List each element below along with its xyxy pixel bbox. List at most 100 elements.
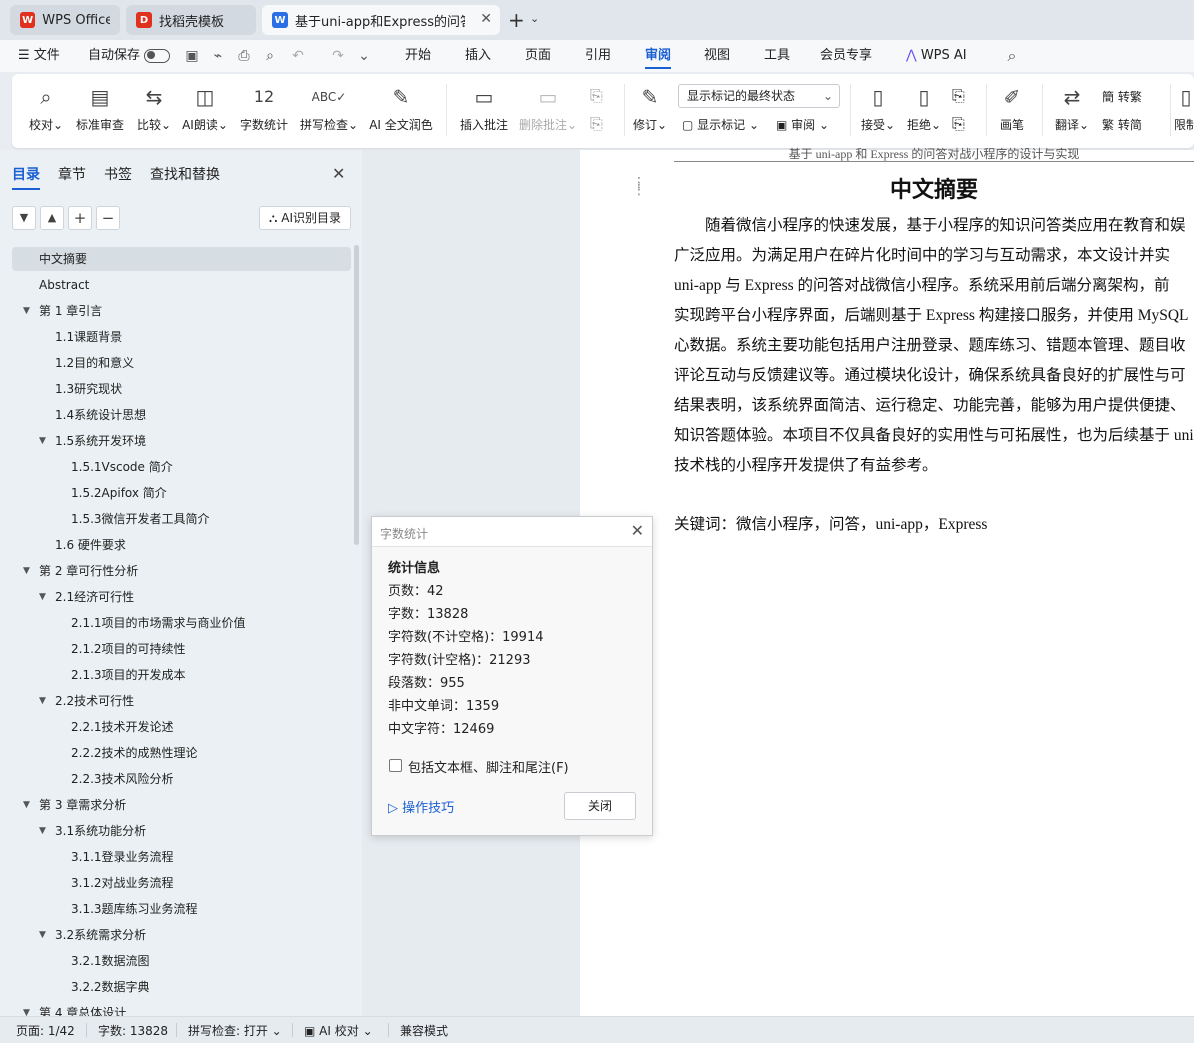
undo-icon[interactable]: ↶ (290, 48, 306, 64)
proofread-button[interactable]: ⌕ 校对⌄ (26, 82, 66, 133)
restrict-editing-button[interactable]: ▯ 限制 (1174, 82, 1194, 133)
menu-member[interactable]: 会员专享 (820, 40, 872, 72)
menu-references[interactable]: 引用 (585, 40, 611, 72)
toc-item[interactable]: 3.2.1数据流图 (71, 950, 150, 972)
drag-handle-icon[interactable]: ⋮ ⋮ (632, 176, 647, 197)
collapse-down-icon[interactable]: ▼ (12, 206, 36, 230)
ai-read-button[interactable]: ◫ AI朗读⌄ (180, 82, 230, 133)
toc-item[interactable]: ▼ 第 2 章可行性分析 (23, 560, 138, 582)
to-simplified-button[interactable]: 繁 转简 (1102, 116, 1142, 133)
close-tab-icon[interactable]: ✕ (480, 11, 492, 27)
word-count-button[interactable]: 12 字数统计 (238, 82, 290, 133)
include-textbox-label[interactable]: 包括文本框、脚注和尾注(F) (408, 757, 569, 776)
expand-arrow-icon[interactable]: ▼ (39, 820, 46, 842)
menu-review[interactable]: 审阅 (645, 40, 672, 72)
expand-arrow-icon[interactable]: ▼ (39, 924, 46, 946)
panel-tab-find-replace[interactable]: 查找和替换 (150, 164, 220, 184)
toc-item[interactable]: 2.1.2项目的可持续性 (71, 638, 186, 660)
toc-item[interactable]: 中文摘要 (39, 248, 87, 270)
share-icon[interactable]: ⌁ (210, 48, 226, 64)
toc-item[interactable]: ▼ 第 1 章引言 (23, 300, 102, 322)
status-spell-check[interactable]: 拼写检查: 打开 ⌄ (188, 1022, 282, 1039)
translate-button[interactable]: ⇄ 翻译⌄ (1052, 82, 1092, 133)
menu-tools[interactable]: 工具 (764, 40, 790, 72)
new-tab-plus-icon[interactable]: + (508, 8, 525, 32)
ai-polish-button[interactable]: ✎ AI 全文润色 (368, 82, 434, 133)
toc-item[interactable]: ▼ 2.1经济可行性 (39, 586, 134, 608)
pen-button[interactable]: ✐ 画笔 (994, 82, 1030, 133)
expand-arrow-icon[interactable]: ▼ (39, 430, 46, 452)
tab-current-document[interactable]: W 基于uni-app和Express的问答 ✕ (262, 5, 500, 35)
menu-home[interactable]: 开始 (405, 40, 431, 72)
save-icon[interactable]: ▣ (184, 48, 200, 64)
status-ai-proof[interactable]: ▣ AI 校对 ⌄ (304, 1022, 373, 1039)
toc-item[interactable]: 2.2.3技术风险分析 (71, 768, 174, 790)
spell-check-button[interactable]: ABC✓ 拼写检查⌄ (298, 82, 360, 133)
toc-item[interactable]: ▼ 2.2技术可行性 (39, 690, 134, 712)
markup-state-select[interactable]: 显示标记的最终状态 ⌄ (678, 84, 840, 108)
panel-tab-toc[interactable]: 目录 (12, 164, 40, 190)
toc-item[interactable]: Abstract (39, 274, 89, 296)
tab-docer-templates[interactable]: D 找稻壳模板 (126, 5, 256, 35)
standard-review-button[interactable]: ▤ 标准审查 (74, 82, 126, 133)
expand-arrow-icon[interactable]: ▼ (39, 690, 46, 712)
toc-item[interactable]: 3.1.2对战业务流程 (71, 872, 174, 894)
include-textbox-checkbox[interactable] (389, 759, 402, 772)
toc-item[interactable]: 1.6 硬件要求 (55, 534, 126, 556)
print-preview-icon[interactable]: ⌕ (262, 48, 278, 64)
toc-item[interactable]: 2.2.2技术的成熟性理论 (71, 742, 198, 764)
toc-item[interactable]: 1.5.2Apifox 简介 (71, 482, 167, 504)
next-comment-icon[interactable]: ⎘ (590, 114, 603, 134)
toc-item[interactable]: 1.5.3微信开发者工具简介 (71, 508, 210, 530)
toc-item[interactable]: 2.1.3项目的开发成本 (71, 664, 186, 686)
expand-arrow-icon[interactable]: ▼ (39, 586, 46, 608)
review-pane-button[interactable]: ▣ 审阅 ⌄ (776, 116, 829, 133)
expand-arrow-icon[interactable]: ▼ (23, 794, 30, 816)
panel-tab-bookmarks[interactable]: 书签 (104, 164, 132, 184)
autosave-toggle[interactable]: 自动保存 (88, 40, 171, 72)
accept-button[interactable]: ▯ 接受⌄ (858, 82, 898, 133)
prev-change-icon[interactable]: ⎘ (952, 86, 965, 106)
to-traditional-button[interactable]: 簡 转繁 (1102, 88, 1142, 105)
toc-item[interactable]: ▼ 3.1系统功能分析 (39, 820, 146, 842)
toc-item[interactable]: ▼ 第 3 章需求分析 (23, 794, 126, 816)
toc-item[interactable]: 3.2.2数据字典 (71, 976, 150, 998)
expand-arrow-icon[interactable]: ▼ (23, 560, 30, 582)
tab-wps-office[interactable]: W WPS Office (10, 5, 120, 35)
file-menu[interactable]: ☰ 文件 (18, 40, 60, 72)
add-heading-icon[interactable]: + (68, 206, 92, 230)
collapse-up-icon[interactable]: ▲ (40, 206, 64, 230)
next-change-icon[interactable]: ⎘ (952, 114, 965, 134)
close-panel-icon[interactable]: ✕ (332, 164, 345, 183)
search-icon[interactable]: ⌕ (1004, 48, 1020, 64)
status-word-count[interactable]: 字数: 13828 (98, 1022, 168, 1039)
print-icon[interactable]: ⎙ (236, 48, 252, 64)
reject-button[interactable]: ▯ 拒绝⌄ (904, 82, 944, 133)
show-marks-button[interactable]: ▢ 显示标记 ⌄ (682, 116, 759, 133)
revise-button[interactable]: ✎ 修订⌄ (630, 82, 670, 133)
toc-item[interactable]: 1.2目的和意义 (55, 352, 134, 374)
toc-item[interactable]: 2.2.1技术开发论述 (71, 716, 174, 738)
status-page[interactable]: 页面: 1/42 (16, 1022, 75, 1039)
expand-arrow-icon[interactable]: ▼ (23, 300, 30, 322)
redo-icon[interactable]: ↷ (330, 48, 346, 64)
remove-heading-icon[interactable]: − (96, 206, 120, 230)
compare-button[interactable]: ⇆ 比较⌄ (134, 82, 174, 133)
dialog-title-bar[interactable]: 字数统计 ✕ (372, 517, 652, 547)
toc-item[interactable]: 3.1.3题库练习业务流程 (71, 898, 198, 920)
delete-comment-button[interactable]: ▭ 删除批注⌄ (518, 82, 578, 133)
prev-comment-icon[interactable]: ⎘ (590, 86, 603, 106)
dialog-close-icon[interactable]: ✕ (631, 521, 644, 540)
document-page[interactable]: 基于 uni-app 和 Express 的问答对战小程序的设计与实现 ⋮ ⋮ 中… (580, 148, 1194, 1016)
tips-link[interactable]: ▷ 操作技巧 (388, 797, 454, 816)
menu-wps-ai[interactable]: ⋀ WPS AI (906, 40, 967, 72)
toc-item[interactable]: 1.5.1Vscode 简介 (71, 456, 173, 478)
more-chevron-icon[interactable]: ⌄ (356, 48, 372, 64)
toc-item[interactable]: 1.4系统设计思想 (55, 404, 146, 426)
menu-page[interactable]: 页面 (525, 40, 551, 72)
insert-comment-button[interactable]: ▭ 插入批注 (458, 82, 510, 133)
toc-item[interactable]: ▼ 1.5系统开发环境 (39, 430, 146, 452)
toc-item[interactable]: 3.1.1登录业务流程 (71, 846, 174, 868)
ai-toc-button[interactable]: ⛬ AI识别目录 (259, 206, 351, 230)
toc-item[interactable]: 2.1.1项目的市场需求与商业价值 (71, 612, 246, 634)
